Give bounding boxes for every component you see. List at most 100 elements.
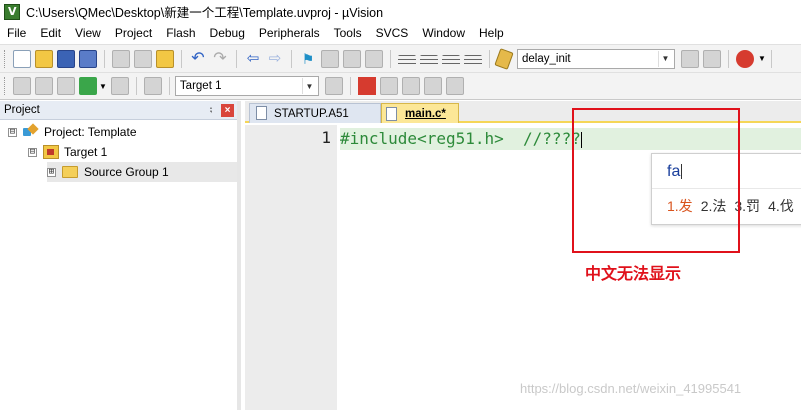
find-icon[interactable] bbox=[681, 49, 699, 68]
uncomment-icon[interactable] bbox=[464, 54, 482, 67]
tree-item-source-group[interactable]: ⊞ Source Group 1 bbox=[47, 162, 237, 182]
select-software-packs-icon[interactable] bbox=[401, 77, 420, 95]
project-icon bbox=[23, 125, 39, 139]
project-panel-header: Project ⨟ × bbox=[0, 101, 237, 120]
file-extensions-icon[interactable] bbox=[379, 77, 398, 95]
navigate-forward-icon[interactable]: ⇨ bbox=[266, 50, 284, 68]
new-file-icon[interactable] bbox=[13, 49, 31, 68]
unindent-icon[interactable] bbox=[420, 54, 438, 67]
tree-item-label: Source Group 1 bbox=[84, 165, 169, 179]
tab-startup-a51[interactable]: STARTUP.A51 bbox=[249, 103, 381, 123]
menu-edit[interactable]: Edit bbox=[33, 23, 68, 43]
tab-label: main.c* bbox=[405, 107, 446, 120]
comment-icon[interactable] bbox=[442, 54, 460, 67]
project-panel-title: Project bbox=[4, 104, 40, 116]
open-file-icon[interactable] bbox=[35, 49, 53, 68]
chevron-down-icon[interactable]: ▼ bbox=[301, 78, 316, 94]
menu-svcs[interactable]: SVCS bbox=[369, 23, 416, 43]
debug-session-icon[interactable] bbox=[736, 49, 754, 68]
menu-help[interactable]: Help bbox=[472, 23, 511, 43]
tree-item-label: Project: Template bbox=[44, 125, 137, 139]
stop-build-icon[interactable] bbox=[110, 77, 129, 95]
function-select-value: delay_init bbox=[522, 52, 571, 65]
indent-icon[interactable] bbox=[398, 54, 416, 67]
expand-icon[interactable]: ⊞ bbox=[47, 167, 56, 177]
pack-installer-icon[interactable] bbox=[423, 77, 442, 95]
translate-icon[interactable] bbox=[13, 77, 31, 95]
pin-icon[interactable]: ⨟ bbox=[204, 103, 218, 117]
menu-bar: File Edit View Project Flash Debug Perip… bbox=[0, 23, 801, 43]
watermark: https://blog.csdn.net/weixin_41995541 bbox=[520, 381, 742, 396]
menu-debug[interactable]: Debug bbox=[203, 23, 252, 43]
toolbar-separator bbox=[291, 49, 292, 68]
toolbar-separator bbox=[168, 77, 170, 95]
panel-controls: ⨟ × bbox=[204, 103, 237, 117]
navigate-back-icon[interactable]: ⇦ bbox=[244, 50, 262, 68]
clear-bookmarks-icon[interactable] bbox=[365, 49, 383, 68]
tree-item-label: Target 1 bbox=[64, 145, 108, 159]
menu-project[interactable]: Project bbox=[108, 23, 159, 43]
title-bar: C:\Users\QMec\Desktop\新建一个工程\Template.uv… bbox=[0, 0, 801, 23]
code-spacing bbox=[504, 129, 523, 148]
save-all-icon[interactable] bbox=[79, 49, 97, 68]
collapse-icon[interactable]: ⊟ bbox=[28, 147, 37, 157]
toolbar-grip[interactable] bbox=[4, 77, 7, 95]
annotation-label: 中文无法显示 bbox=[585, 266, 682, 283]
manage-components-icon[interactable] bbox=[357, 77, 376, 95]
build-toolbar: ▼ Target 1 ▼ bbox=[0, 72, 801, 100]
find-in-files-icon[interactable] bbox=[494, 47, 514, 70]
target-icon bbox=[43, 145, 59, 159]
chevron-down-icon[interactable]: ▼ bbox=[658, 50, 672, 67]
toolbar-separator bbox=[390, 49, 391, 68]
toolbar-separator bbox=[236, 49, 237, 68]
toolbar-separator bbox=[489, 49, 490, 68]
toolbar-separator bbox=[135, 77, 137, 95]
run-time-environment-icon[interactable] bbox=[445, 77, 464, 95]
build-icon[interactable] bbox=[35, 77, 53, 95]
line-number-gutter: 1 bbox=[245, 125, 337, 410]
file-icon bbox=[386, 106, 397, 121]
bookmark-icon[interactable]: ⚑ bbox=[299, 50, 317, 68]
tree-item-target[interactable]: ⊟ Target 1 bbox=[28, 142, 107, 162]
function-select[interactable]: delay_init ▼ bbox=[517, 48, 675, 69]
download-icon[interactable] bbox=[143, 77, 162, 95]
file-toolbar: ↶ ↷ ⇦ ⇨ ⚑ delay_init ▼ ▼ bbox=[0, 44, 801, 72]
copy-icon[interactable] bbox=[134, 49, 152, 68]
cut-icon[interactable] bbox=[112, 49, 130, 68]
chevron-down-icon[interactable]: ▼ bbox=[758, 54, 766, 63]
menu-tools[interactable]: Tools bbox=[327, 23, 369, 43]
redo-icon[interactable]: ↷ bbox=[211, 50, 229, 68]
toolbar-separator bbox=[728, 49, 729, 68]
close-icon[interactable]: × bbox=[221, 103, 234, 117]
toolbar-separator bbox=[770, 49, 772, 68]
undo-icon[interactable]: ↶ bbox=[189, 50, 207, 68]
chevron-down-icon[interactable]: ▼ bbox=[99, 82, 107, 91]
menu-peripherals[interactable]: Peripherals bbox=[252, 23, 327, 43]
paste-icon[interactable] bbox=[156, 49, 174, 68]
toolbar-grip[interactable] bbox=[4, 49, 7, 68]
include-directive: #include<reg51.h> bbox=[340, 129, 504, 148]
menu-file[interactable]: File bbox=[0, 23, 33, 43]
target-select[interactable]: Target 1 ▼ bbox=[174, 76, 319, 96]
menu-flash[interactable]: Flash bbox=[159, 23, 202, 43]
rebuild-icon[interactable] bbox=[57, 77, 75, 95]
incremental-find-icon[interactable] bbox=[703, 49, 721, 68]
menu-view[interactable]: View bbox=[68, 23, 108, 43]
collapse-icon[interactable]: ⊟ bbox=[8, 127, 17, 137]
menu-window[interactable]: Window bbox=[415, 23, 472, 43]
project-panel: Project ⨟ × ⊟ Project: Template ⊟ Target… bbox=[0, 101, 241, 410]
uvision-app-icon bbox=[4, 3, 20, 20]
line-number: 1 bbox=[321, 128, 331, 147]
target-options-icon[interactable] bbox=[324, 77, 343, 95]
tree-item-project[interactable]: ⊟ Project: Template bbox=[8, 122, 137, 142]
toolbar-separator bbox=[104, 49, 105, 68]
prev-bookmark-icon[interactable] bbox=[321, 49, 339, 68]
window-title: C:\Users\QMec\Desktop\新建一个工程\Template.uv… bbox=[26, 6, 384, 20]
annotation-highlight-box bbox=[572, 108, 740, 253]
next-bookmark-icon[interactable] bbox=[343, 49, 361, 68]
ime-candidate[interactable]: 4.伐 bbox=[768, 196, 794, 216]
tab-main-c[interactable]: main.c* bbox=[381, 103, 459, 123]
file-icon bbox=[256, 106, 267, 120]
save-icon[interactable] bbox=[57, 49, 75, 68]
batch-build-icon[interactable] bbox=[79, 77, 97, 95]
